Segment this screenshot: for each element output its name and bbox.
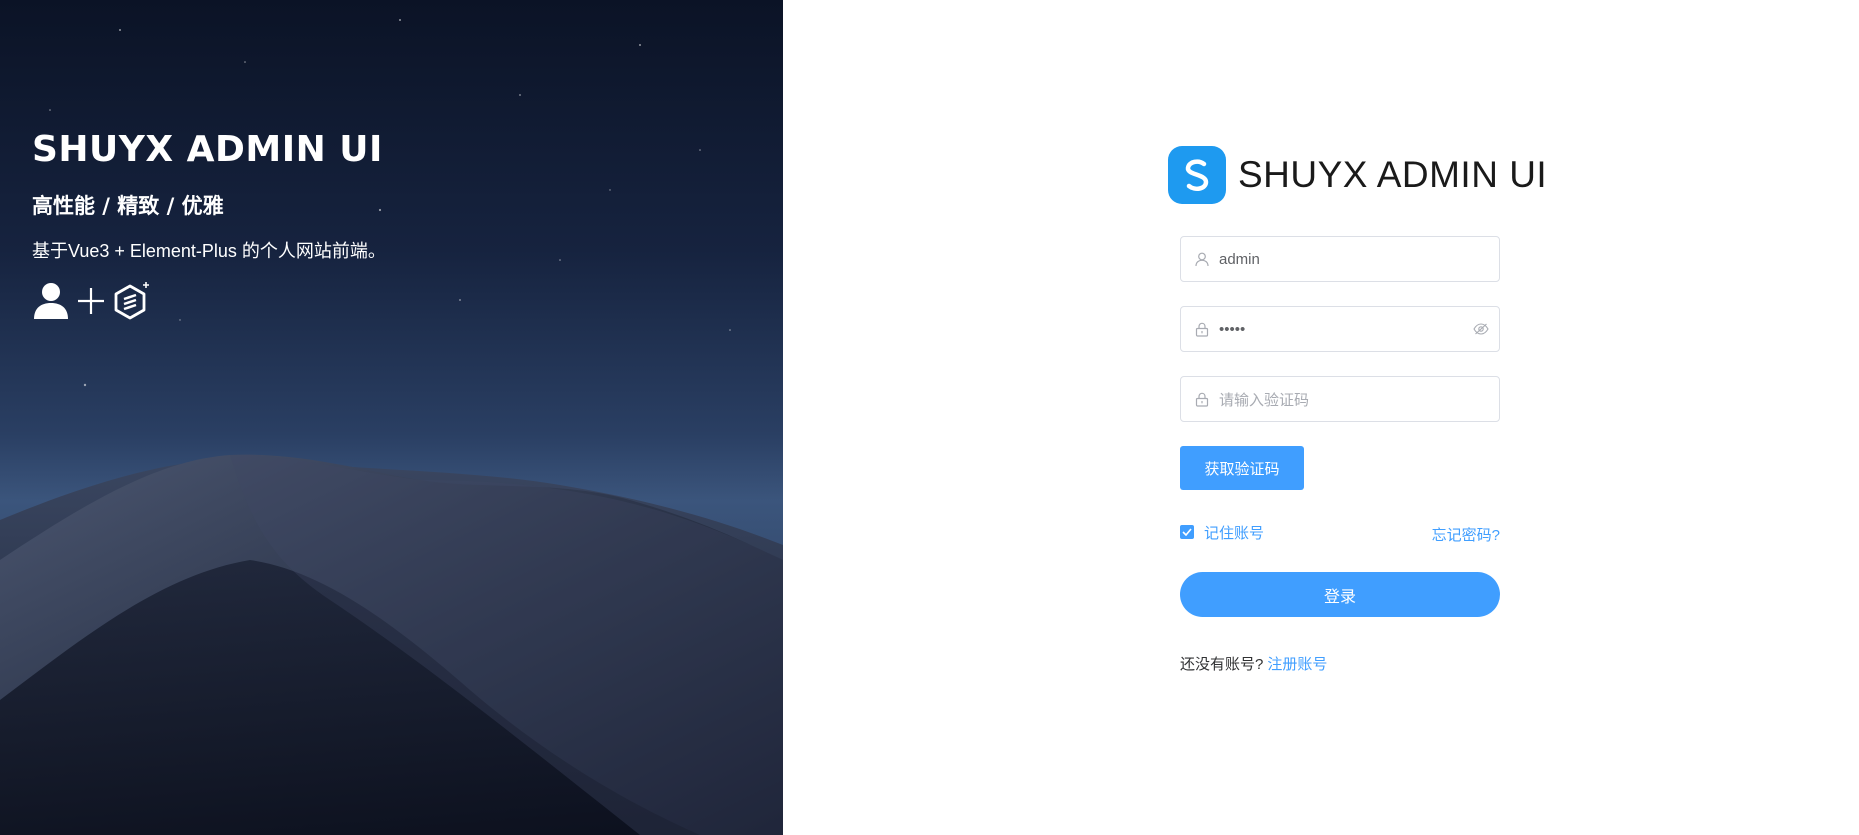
s-logo-icon [1168, 146, 1226, 204]
element-plus-logo-icon [114, 282, 149, 320]
password-field[interactable]: ••••• [1180, 306, 1500, 352]
hero-title: SHUYX ADMIN UI [32, 129, 383, 170]
captcha-input[interactable]: 请输入验证码 [1219, 389, 1499, 410]
register-link[interactable]: 注册账号 [1267, 656, 1327, 673]
login-button[interactable]: 登录 [1180, 572, 1500, 617]
eye-hidden-icon[interactable] [1463, 323, 1499, 335]
login-panel: SHUYX ADMIN UI admin ••••• 请输入验证码 获取验证码 … [783, 0, 1859, 835]
login-form: admin ••••• 请输入验证码 获取验证码 记住账号 忘记密码? 登录 还… [1180, 236, 1500, 674]
plus-icon [78, 288, 104, 314]
remember-label[interactable]: 记住账号 [1204, 522, 1264, 543]
brand-name: SHUYX ADMIN UI [1238, 154, 1548, 195]
hero-description: 基于Vue3 + Element-Plus 的个人网站前端。 [32, 241, 386, 261]
login-page: SHUYX ADMIN UI 高性能 / 精致 / 优雅 基于Vue3 + El… [0, 0, 1859, 835]
lock-icon [1181, 322, 1219, 337]
username-field[interactable]: admin [1180, 236, 1500, 282]
user-icon [1181, 252, 1219, 267]
hero-icon-row [32, 280, 386, 322]
brand-header: SHUYX ADMIN UI [1168, 146, 1547, 204]
user-icon [34, 283, 68, 319]
checkbox-checked-icon[interactable] [1180, 525, 1194, 539]
hero-panel: SHUYX ADMIN UI 高性能 / 精致 / 优雅 基于Vue3 + El… [0, 0, 783, 835]
password-input[interactable]: ••••• [1219, 321, 1463, 338]
hero-tagline: 高性能 / 精致 / 优雅 [32, 194, 224, 218]
username-input[interactable]: admin [1219, 251, 1499, 268]
forgot-password-link[interactable]: 忘记密码? [1432, 524, 1500, 545]
register-prompt: 还没有账号? 注册账号 [1180, 653, 1500, 674]
no-account-text: 还没有账号? [1180, 656, 1264, 673]
hero-content: SHUYX ADMIN UI 高性能 / 精致 / 优雅 基于Vue3 + El… [32, 126, 386, 322]
login-options: 记住账号 忘记密码? [1180, 520, 1500, 544]
lock-icon [1181, 392, 1219, 407]
remember-account-checkbox[interactable]: 记住账号 [1180, 522, 1264, 543]
captcha-field[interactable]: 请输入验证码 [1180, 376, 1500, 422]
get-code-button[interactable]: 获取验证码 [1180, 446, 1304, 490]
